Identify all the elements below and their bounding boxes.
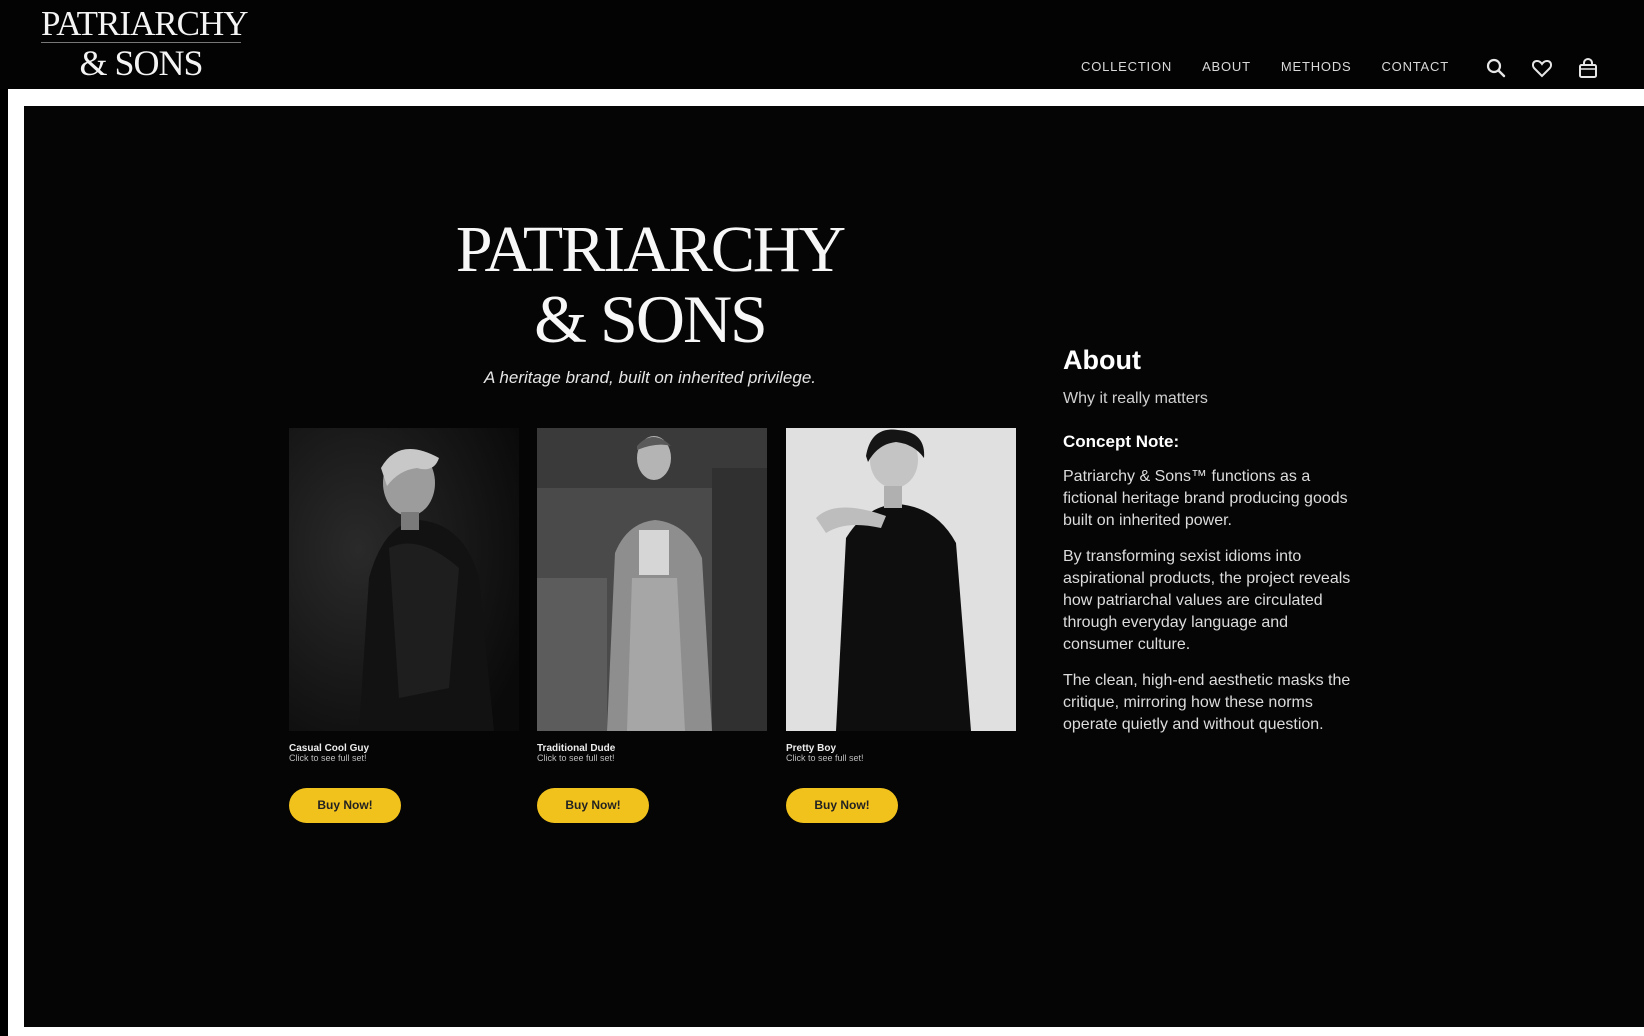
concept-paragraph: Patriarchy & Sons™ functions as a fictio… bbox=[1063, 468, 1348, 529]
nav-item-collection[interactable]: COLLECTION bbox=[1081, 59, 1172, 74]
main-nav: COLLECTION ABOUT METHODS CONTACT bbox=[1081, 59, 1449, 74]
concept-paragraph: The clean, high-end aesthetic masks the … bbox=[1063, 672, 1351, 733]
product-photo[interactable] bbox=[786, 428, 1016, 731]
about-subheading: Why it really matters bbox=[1063, 390, 1208, 407]
logo-line-2: & SONS bbox=[79, 43, 203, 83]
product-subtitle[interactable]: Click to see full set! bbox=[537, 753, 767, 764]
product-subtitle[interactable]: Click to see full set! bbox=[786, 753, 1016, 764]
brand-logo[interactable]: PATRIARCHY & SONS bbox=[41, 4, 249, 83]
heart-icon[interactable] bbox=[1530, 56, 1554, 80]
hero-logo-line-1: PATRIARCHY bbox=[455, 213, 846, 286]
concept-note-heading: Concept Note: bbox=[1063, 432, 1180, 451]
hero-tagline: A heritage brand, built on inherited pri… bbox=[483, 368, 817, 387]
product-subtitle[interactable]: Click to see full set! bbox=[289, 753, 519, 764]
buy-now-button[interactable]: Buy Now! bbox=[537, 787, 649, 823]
hero-logo-line-2: & SONS bbox=[534, 281, 768, 357]
concept-paragraph: By transforming sexist idioms into aspir… bbox=[1063, 548, 1351, 653]
product-card: Pretty Boy Click to see full set! Buy No… bbox=[786, 428, 1016, 823]
product-photo[interactable] bbox=[537, 428, 767, 731]
nav-item-about[interactable]: ABOUT bbox=[1202, 59, 1251, 74]
nav-item-contact[interactable]: CONTACT bbox=[1381, 59, 1448, 74]
buy-now-button[interactable]: Buy Now! bbox=[786, 787, 898, 823]
shopping-bag-icon[interactable] bbox=[1576, 56, 1600, 80]
about-heading: About bbox=[1063, 345, 1141, 375]
logo-line-1: PATRIARCHY bbox=[41, 4, 249, 43]
nav-item-methods[interactable]: METHODS bbox=[1281, 59, 1352, 74]
product-photo[interactable] bbox=[289, 428, 519, 731]
header-icons bbox=[1484, 56, 1600, 80]
hero-logo: PATRIARCHY & SONS bbox=[440, 213, 860, 357]
buy-now-button[interactable]: Buy Now! bbox=[289, 787, 401, 823]
about-section: About Why it really matters Concept Note… bbox=[1063, 345, 1353, 736]
product-card: Traditional Dude Click to see full set! … bbox=[537, 428, 767, 823]
search-icon[interactable] bbox=[1484, 56, 1508, 80]
product-card: Casual Cool Guy Click to see full set! B… bbox=[289, 428, 519, 823]
